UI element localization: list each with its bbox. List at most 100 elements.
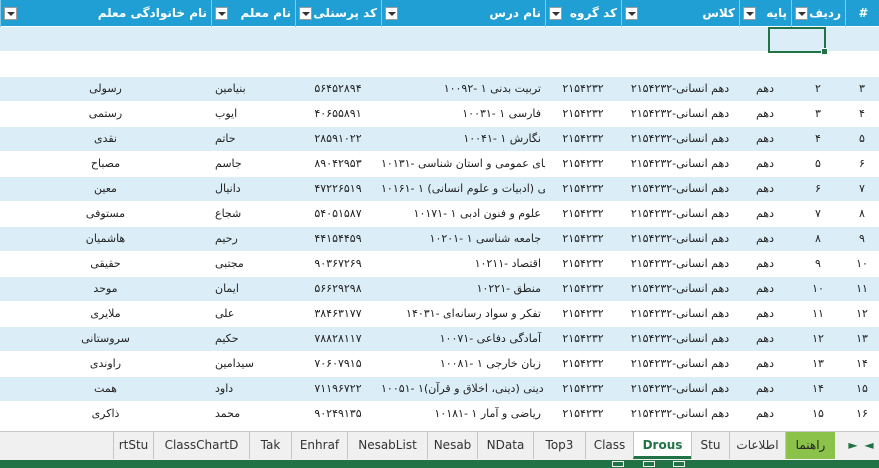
course-name-cell[interactable]: آمادگی دفاعی -۱۰۰۷۱ bbox=[381, 327, 545, 351]
row-index-cell[interactable]: ۱۵ bbox=[845, 377, 879, 401]
active-cell-selection[interactable] bbox=[768, 27, 828, 55]
class-cell[interactable]: دهم انسانی-۲۱۵۴۲۳۲ bbox=[621, 327, 739, 351]
teacher-family-cell[interactable]: همت bbox=[0, 377, 211, 401]
row-number-cell[interactable]: ۸ bbox=[791, 227, 845, 251]
grade-cell[interactable]: دهم bbox=[739, 102, 791, 126]
table-row[interactable]: ۴ ۳ دهم دهم انسانی-۲۱۵۴۲۳۲ ۲۱۵۴۲۳۲ فارسی ۱ -۱… bbox=[0, 102, 879, 127]
class-cell[interactable]: دهم انسانی-۲۱۵۴۲۳۲ bbox=[621, 102, 739, 126]
teacher-name-cell[interactable]: حکیم bbox=[211, 327, 295, 351]
personnel-code-cell[interactable]: ۸۹۰۴۲۹۵۳ bbox=[295, 152, 381, 176]
grade-header[interactable]: پایه bbox=[739, 0, 791, 27]
row-number-cell[interactable]: ۶ bbox=[791, 177, 845, 201]
row-index-cell[interactable]: ۸ bbox=[845, 202, 879, 226]
course-name-cell[interactable]: زبان خارجی ۱ -۱۰۰۸۱ bbox=[381, 352, 545, 376]
personnel-code-cell[interactable]: ۵۴۰۵۱۵۸۷ bbox=[295, 202, 381, 226]
personnel-code-cell[interactable]: ۹۰۲۴۹۱۳۵ bbox=[295, 402, 381, 426]
normal-view-icon[interactable] bbox=[612, 461, 624, 467]
group-code-cell[interactable]: ۲۱۵۴۲۳۲ bbox=[545, 102, 621, 126]
personnel-code-cell[interactable]: ۷۱۱۹۶۷۲۲ bbox=[295, 377, 381, 401]
table-row[interactable]: ۷۶دهمدهم انسانی-۲۱۵۴۲۳۲۲۱۵۴۲۳۲عربی (ادبی… bbox=[0, 177, 879, 202]
course-name-cell[interactable]: ریاضی و آمار ۱ -۱۰۱۸۱ bbox=[381, 402, 545, 426]
personnel-code-cell[interactable]: ۴۴۱۵۴۴۵۹ bbox=[295, 227, 381, 251]
class-cell[interactable]: دهم انسانی-۲۱۵۴۲۳۲ bbox=[621, 152, 739, 176]
sheet-tab[interactable]: Enhraf bbox=[291, 432, 347, 459]
teacher-family-cell[interactable]: حقیقی bbox=[0, 252, 211, 276]
filter-dropdown-icon[interactable] bbox=[625, 7, 638, 20]
table-row[interactable]: ۱۴ ۱۳ دهم دهم انسانی-۲۱۵۴۲۳۲ ۲۱۵۴۲۳۲ زبان خار… bbox=[0, 352, 879, 377]
empty-row[interactable] bbox=[0, 52, 879, 77]
tab-scroll-left-icon[interactable]: ◄ bbox=[862, 436, 876, 454]
grade-cell[interactable]: دهم bbox=[739, 177, 791, 201]
grade-cell[interactable]: دهم bbox=[739, 352, 791, 376]
sheet-tab[interactable]: اطلاعات bbox=[729, 432, 785, 459]
row-number-cell[interactable]: ۱۰ bbox=[791, 277, 845, 301]
row-index-cell[interactable]: ۹ bbox=[845, 227, 879, 251]
sheet-tab[interactable]: Tak bbox=[249, 432, 291, 459]
teacher-family-cell[interactable]: نقدی bbox=[0, 127, 211, 151]
grade-cell[interactable]: دهم bbox=[739, 202, 791, 226]
row-number-cell[interactable]: ۱۵ bbox=[791, 402, 845, 426]
teacher-name-cell[interactable]: سیدامین bbox=[211, 352, 295, 376]
group-code-header[interactable]: کد گروه bbox=[545, 0, 621, 27]
course-name-cell[interactable]: تعلیمات دینی (دینی، اخلاق و قرآن)۱ -۱۰۰۵… bbox=[381, 377, 545, 401]
class-cell[interactable]: دهم انسانی-۲۱۵۴۲۳۲ bbox=[621, 227, 739, 251]
grade-cell[interactable]: دهم bbox=[739, 227, 791, 251]
class-cell[interactable]: دهم انسانی-۲۱۵۴۲۳۲ bbox=[621, 302, 739, 326]
filter-dropdown-icon[interactable] bbox=[795, 7, 808, 20]
row-number-cell[interactable]: ۹ bbox=[791, 252, 845, 276]
group-code-cell[interactable]: ۲۱۵۴۲۳۲ bbox=[545, 177, 621, 201]
filter-dropdown-icon[interactable] bbox=[4, 7, 17, 20]
personnel-code-cell[interactable]: ۷۰۶۰۷۹۱۵ bbox=[295, 352, 381, 376]
teacher-family-cell[interactable]: موحد bbox=[0, 277, 211, 301]
course-name-cell[interactable]: جامعه شناسی ۱ -۱۰۲۰۱ bbox=[381, 227, 545, 251]
class-cell[interactable]: دهم انسانی-۲۱۵۴۲۳۲ bbox=[621, 352, 739, 376]
teacher-name-cell[interactable]: مجتبی bbox=[211, 252, 295, 276]
sheet-tab[interactable]: NesabList bbox=[347, 432, 427, 459]
group-code-cell[interactable]: ۲۱۵۴۲۳۲ bbox=[545, 327, 621, 351]
table-row[interactable]: ۸ ۷ دهم دهم انسانی-۲۱۵۴۲۳۲ ۲۱۵۴۲۳۲ علوم و فنو… bbox=[0, 202, 879, 227]
row-index-cell[interactable]: ۱۳ bbox=[845, 327, 879, 351]
course-name-header[interactable]: نام درس bbox=[381, 0, 545, 27]
teacher-name-cell[interactable]: علی bbox=[211, 302, 295, 326]
table-row[interactable]: ۱۰ ۹ دهم دهم انسانی-۲۱۵۴۲۳۲ ۲۱۵۴۲۳۲ اقتصاد -۱… bbox=[0, 252, 879, 277]
teacher-family-cell[interactable]: مستوفی bbox=[0, 202, 211, 226]
class-cell[interactable]: دهم انسانی-۲۱۵۴۲۳۲ bbox=[621, 77, 739, 101]
sheet-tab[interactable]: ClassChartD bbox=[153, 432, 249, 459]
table-row[interactable]: ۶۵دهمدهم انسانی-۲۱۵۴۲۳۲۲۱۵۴۲۳۲جغرافیای ع… bbox=[0, 152, 879, 177]
empty-row-selected[interactable] bbox=[0, 27, 879, 52]
teacher-name-cell[interactable]: ایوب bbox=[211, 102, 295, 126]
class-cell[interactable]: دهم انسانی-۲۱۵۴۲۳۲ bbox=[621, 177, 739, 201]
sheet-tab[interactable]: Class bbox=[585, 432, 633, 459]
sheet-tab[interactable]: NData bbox=[477, 432, 533, 459]
row-number-cell[interactable]: ۱۱ bbox=[791, 302, 845, 326]
row-index-cell[interactable]: ۴ bbox=[845, 102, 879, 126]
group-code-cell[interactable]: ۲۱۵۴۲۳۲ bbox=[545, 277, 621, 301]
group-code-cell[interactable]: ۲۱۵۴۲۳۲ bbox=[545, 227, 621, 251]
personnel-code-cell[interactable]: ۲۸۵۹۱۰۲۲ bbox=[295, 127, 381, 151]
grade-cell[interactable]: دهم bbox=[739, 377, 791, 401]
class-cell[interactable]: دهم انسانی-۲۱۵۴۲۳۲ bbox=[621, 277, 739, 301]
course-name-cell[interactable]: علوم و فنون ادبی ۱ -۱۰۱۷۱ bbox=[381, 202, 545, 226]
row-number-cell[interactable]: ۷ bbox=[791, 202, 845, 226]
grade-cell[interactable]: دهم bbox=[739, 327, 791, 351]
row-number-cell[interactable]: ۱۴ bbox=[791, 377, 845, 401]
group-code-cell[interactable]: ۲۱۵۴۲۳۲ bbox=[545, 127, 621, 151]
course-name-cell[interactable]: اقتصاد -۱۰۲۱۱ bbox=[381, 252, 545, 276]
sheet-tab[interactable]: راهنما bbox=[785, 432, 835, 459]
filter-dropdown-icon[interactable] bbox=[549, 7, 562, 20]
teacher-family-cell[interactable]: معین bbox=[0, 177, 211, 201]
course-name-cell[interactable]: فارسی ۱ -۱۰۰۳۱ bbox=[381, 102, 545, 126]
personnel-code-cell[interactable]: ۴۰۶۵۵۸۹۱ bbox=[295, 102, 381, 126]
grade-cell[interactable]: دهم bbox=[739, 152, 791, 176]
row-index-cell[interactable]: ۱۶ bbox=[845, 402, 879, 426]
course-name-cell[interactable]: عربی (ادبیات و علوم انسانی) ۱ -۱۰۱۶۱ bbox=[381, 177, 545, 201]
teacher-name-cell[interactable]: رحیم bbox=[211, 227, 295, 251]
grade-cell[interactable]: دهم bbox=[739, 127, 791, 151]
group-code-cell[interactable]: ۲۱۵۴۲۳۲ bbox=[545, 152, 621, 176]
grade-cell[interactable]: دهم bbox=[739, 252, 791, 276]
teacher-family-cell[interactable]: سروستانی bbox=[0, 327, 211, 351]
row-number-cell[interactable]: ۱۲ bbox=[791, 327, 845, 351]
teacher-family-header[interactable]: نام خانوادگی معلم bbox=[0, 0, 211, 27]
sheet-tab[interactable]: Stu bbox=[691, 432, 729, 459]
teacher-family-cell[interactable]: مصباح bbox=[0, 152, 211, 176]
